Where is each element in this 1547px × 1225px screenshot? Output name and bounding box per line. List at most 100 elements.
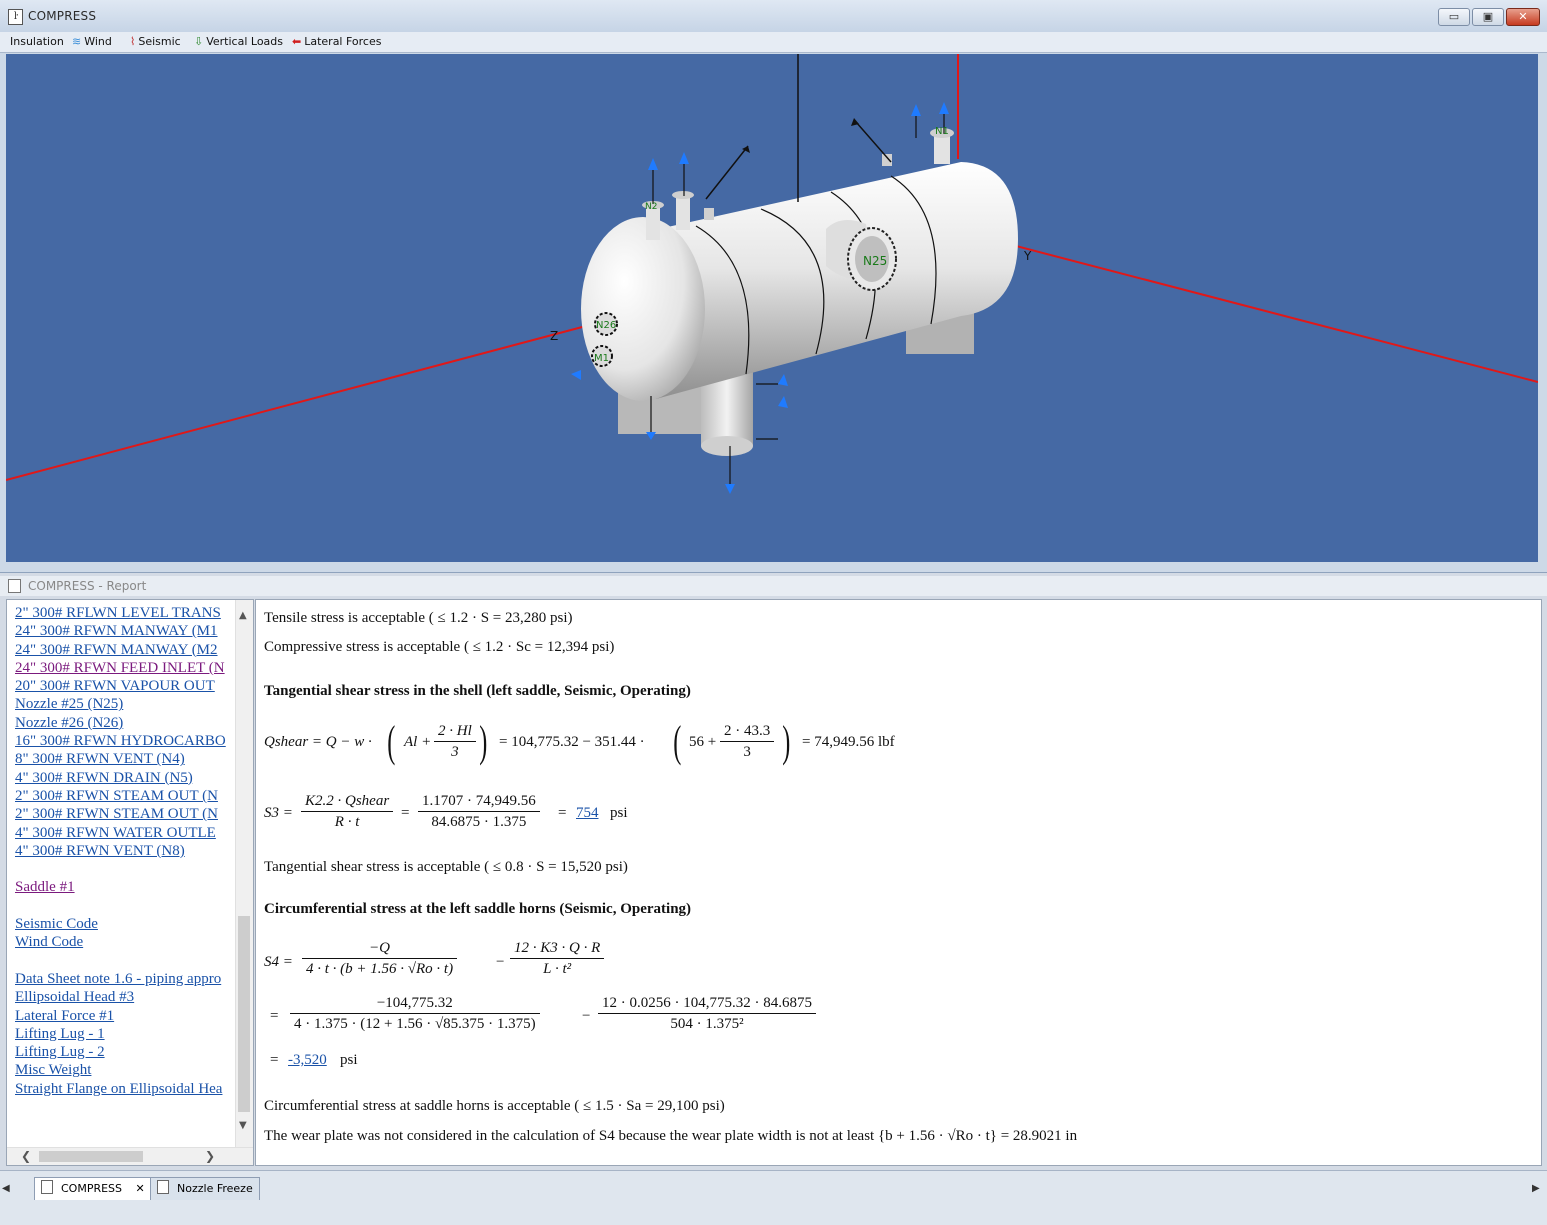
left-arrow-icon: ⬅ [292,35,302,48]
left-head [581,217,705,401]
report-content: Tensile stress is acceptable ( ≤ 1.2 · S… [255,599,1542,1166]
nav-link[interactable]: 24" 300# RFWN MANWAY (M1 [15,622,233,640]
label-n1: N1 [935,126,949,137]
report-nav-list: 2" 300# RFLWN LEVEL TRANS 24" 300# RFWN M… [15,604,233,1098]
nav-link[interactable]: 4" 300# RFWN WATER OUTLE [15,824,233,842]
qshear-mid: = 104,775.32 − 351.44 · [499,734,645,750]
s4-frac4-den: 504 · 1.375² [670,1016,744,1032]
s4-frac3-den: 4 · 1.375 · (12 + 1.56 · √85.375 · 1.375… [294,1016,536,1032]
scroll-up-icon[interactable]: ▲ [239,610,247,621]
scroll-right-icon[interactable]: ❯ [205,1149,215,1163]
lifting-lug-1 [704,208,714,220]
nav-link[interactable]: Straight Flange on Ellipsoidal Hea [15,1080,233,1098]
tangential-acceptable-text: Tangential shear stress is acceptable ( … [264,859,628,875]
scroll-down-icon[interactable]: ▼ [239,1120,247,1131]
s4-minus: − [496,954,505,970]
app-icon: ŀ [8,9,23,25]
document-tab-bar: ◀ COMPRESS ✕ Nozzle Freeze ▶ [0,1170,1547,1225]
tab-compress[interactable]: COMPRESS ✕ [34,1177,152,1200]
s4-value-link[interactable]: -3,520 [288,1052,327,1069]
nozzle-n2b [676,194,690,230]
s3-frac1-num: K2.2 · Qshear [301,793,394,812]
nav-link[interactable]: Misc Weight [15,1061,233,1079]
down-arrow-icon: ⇩ [194,35,204,48]
compressive-stress-text: Compressive stress is acceptable ( ≤ 1.2… [264,639,615,655]
qshear-56: 56 + [689,734,717,750]
nav-link[interactable]: Lateral Force #1 [15,1007,233,1025]
tab-scroll-right-icon[interactable]: ▶ [1532,1183,1540,1194]
toolbar-wind[interactable]: ≋ Wind [72,34,112,50]
wear-plate-text: The wear plate was not considered in the… [264,1128,1078,1144]
qshear-frac2-den: 3 [743,744,751,760]
nav-link[interactable]: Seismic Code [15,915,233,933]
3d-viewport[interactable]: N25 N26 M1 N1 N2 Z Y [6,54,1538,562]
nav-link[interactable]: 24" 300# RFWN FEED INLET (N [15,659,233,677]
nav-link[interactable]: 4" 300# RFWN VENT (N8) [15,842,233,860]
nav-link[interactable]: 4" 300# RFWN DRAIN (N5) [15,769,233,787]
toolbar-insulation-label: Insulation [10,35,64,48]
nav-link[interactable]: 24" 300# RFWN MANWAY (M2 [15,641,233,659]
report-icon [8,579,21,593]
minimize-button[interactable]: ▭ [1438,8,1470,26]
nav-link[interactable]: Ellipsoidal Head #3 [15,988,233,1006]
window-title: COMPRESS [28,9,97,23]
nav-link[interactable]: Wind Code [15,933,233,951]
nav-link[interactable]: Saddle #1 [15,878,233,896]
maximize-button[interactable]: ▣ [1472,8,1504,26]
vessel-model: N25 N26 M1 N1 N2 Z Y [6,54,1538,494]
compress-tab-icon [41,1180,53,1194]
nav-link[interactable]: Nozzle #26 (N26) [15,714,233,732]
toolbar-vertical-loads[interactable]: ⇩ Vertical Loads [194,34,283,50]
paren-close-1: ) [479,717,488,766]
sump-bottom [701,436,753,456]
nav-hscroll-thumb[interactable] [39,1151,143,1162]
toolbar-seismic[interactable]: ⌇ Seismic [130,34,181,50]
report-nav-pane: 2" 300# RFLWN LEVEL TRANS 24" 300# RFWN M… [6,599,254,1166]
close-button[interactable]: ✕ [1506,8,1540,26]
nav-link[interactable]: Nozzle #25 (N25) [15,695,233,713]
scroll-left-icon[interactable]: ❮ [21,1149,31,1163]
s3-equals: = [401,805,410,821]
label-n25: N25 [863,254,887,268]
toolbar: Insulation ≋ Wind ⌇ Seismic ⇩ Vertical Load… [0,32,1547,53]
nav-link[interactable]: Data Sheet note 1.6 - piping appro [15,970,233,988]
s3-frac2-den: 84.6875 · 1.375 [431,814,527,830]
s3-fraction-2: 1.1707 · 74,949.56 84.6875 · 1.375 [418,793,540,831]
tab-scroll-left-icon[interactable]: ◀ [2,1183,10,1194]
nav-link[interactable]: Lifting Lug - 1 [15,1025,233,1043]
nav-vertical-scrollbar[interactable]: ▲ ▼ [235,600,253,1148]
paren-close-2: ) [782,717,791,766]
nav-link[interactable]: Lifting Lug - 2 [15,1043,233,1061]
tab-compress-label: COMPRESS [61,1182,123,1195]
nav-horizontal-scrollbar[interactable]: ❮ ❯ [7,1147,253,1165]
toolbar-lateral-forces[interactable]: ⬅ Lateral Forces [292,34,381,50]
nav-link[interactable]: 8" 300# RFWN VENT (N4) [15,750,233,768]
nozzle-freeze-tab-icon [157,1180,169,1194]
tab-nozzle-freeze[interactable]: Nozzle Freeze [150,1177,260,1200]
seismic-icon: ⌇ [130,35,136,48]
toolbar-insulation[interactable]: Insulation [10,34,64,50]
s3-frac1-den: R · t [334,814,360,830]
nav-link[interactable]: 16" 300# RFWN HYDROCARBO [15,732,233,750]
label-y-axis: Y [1023,249,1032,263]
s3-value-link[interactable]: 754 [576,805,599,822]
nav-link[interactable]: 20" 300# RFWN VAPOUR OUT [15,677,233,695]
label-n2: N2 [645,202,657,212]
circumferential-heading: Circumferential stress at the left saddl… [264,901,692,917]
tab-close-icon[interactable]: ✕ [136,1182,145,1195]
tangential-shear-heading: Tangential shear stress in the shell (le… [264,683,691,699]
nav-link[interactable]: 2" 300# RFWN STEAM OUT (N [15,805,233,823]
s4-frac3-num: −104,775.32 [290,995,540,1014]
tab-nozzle-freeze-label: Nozzle Freeze [177,1182,253,1195]
nav-scroll-thumb[interactable] [238,916,250,1112]
s3-fraction-1: K2.2 · Qshear R · t [301,793,394,831]
s4-frac1-den: 4 · t · (b + 1.56 · √Ro · t) [306,961,454,977]
s4-frac1-num: −Q [302,940,458,959]
title-bar: ŀ COMPRESS ▭ ▣ ✕ [0,0,1547,32]
s4-lhs: S4 = [264,954,293,970]
nav-link[interactable]: 2" 300# RFLWN LEVEL TRANS [15,604,233,622]
report-header: COMPRESS - Report [0,576,1547,596]
nav-link[interactable]: 2" 300# RFWN STEAM OUT (N [15,787,233,805]
